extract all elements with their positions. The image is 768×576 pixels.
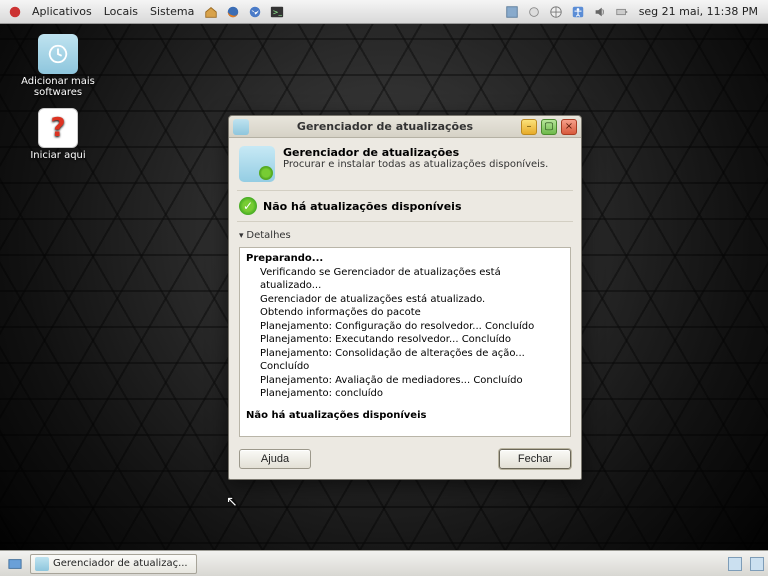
check-icon: ✓	[239, 197, 257, 215]
close-dialog-button[interactable]: Fechar	[499, 449, 571, 469]
home-icon[interactable]	[202, 3, 220, 21]
firefox-icon[interactable]	[224, 3, 242, 21]
clock[interactable]: seg 21 mai, 11:38 PM	[633, 5, 764, 18]
help-button[interactable]: Ajuda	[239, 449, 311, 469]
log-preparing: Preparando...	[246, 252, 564, 266]
top-panel: Aplicativos Locais Sistema >_ seg 21 mai…	[0, 0, 768, 24]
menu-applications[interactable]: Aplicativos	[26, 3, 98, 20]
log-line: Planejamento: Avaliação de mediadores...…	[246, 374, 564, 388]
volume-icon[interactable]	[591, 3, 609, 21]
log-line: Obtendo informações do pacote	[246, 306, 564, 320]
log-output[interactable]: Preparando... Verificando se Gerenciador…	[239, 247, 571, 437]
menu-places[interactable]: Locais	[98, 3, 144, 20]
desktop-icon-start-here[interactable]: ? Iniciar aqui	[18, 108, 98, 161]
battery-icon[interactable]	[613, 3, 631, 21]
status-text: Não há atualizações disponíveis	[263, 200, 462, 213]
svg-text:>_: >_	[273, 8, 283, 16]
help-icon: ?	[38, 108, 78, 148]
minimize-button[interactable]: –	[521, 119, 537, 135]
maximize-button[interactable]: ▢	[541, 119, 557, 135]
task-app-icon	[35, 557, 49, 571]
log-final: Não há atualizações disponíveis	[246, 409, 564, 423]
log-line: Gerenciador de atualizações está atualiz…	[246, 293, 564, 307]
log-line: Verificando se Gerenciador de atualizaçõ…	[246, 266, 564, 293]
accessibility-icon[interactable]	[569, 3, 587, 21]
taskbar-task-update-manager[interactable]: Gerenciador de atualizaç...	[30, 554, 197, 574]
bottom-panel: Gerenciador de atualizaç...	[0, 550, 768, 576]
menu-system[interactable]: Sistema	[144, 3, 200, 20]
network-icon[interactable]	[547, 3, 565, 21]
tray-icon-1[interactable]	[503, 3, 521, 21]
log-line: Planejamento: Configuração do resolvedor…	[246, 320, 564, 334]
tray-icon-2[interactable]	[525, 3, 543, 21]
workspace-1[interactable]	[728, 557, 742, 571]
window-title: Gerenciador de atualizações	[253, 120, 517, 133]
distro-logo-icon[interactable]	[6, 3, 24, 21]
update-manager-icon	[239, 146, 275, 182]
titlebar[interactable]: Gerenciador de atualizações – ▢ ×	[229, 116, 581, 138]
thunderbird-icon[interactable]	[246, 3, 264, 21]
log-line: Planejamento: Executando resolvedor... C…	[246, 333, 564, 347]
show-desktop-icon[interactable]	[6, 555, 24, 573]
desktop-icon-label: Adicionar mais softwares	[18, 76, 98, 98]
log-line: Planejamento: Consolidação de alterações…	[246, 347, 564, 374]
terminal-icon[interactable]: >_	[268, 3, 286, 21]
header-title: Gerenciador de atualizações	[283, 146, 459, 159]
window-app-icon	[233, 119, 249, 135]
header-subtitle: Procurar e instalar todas as atualizaçõe…	[283, 159, 548, 170]
desktop-icon-add-software[interactable]: Adicionar mais softwares	[18, 34, 98, 98]
details-toggle[interactable]: Detalhes	[239, 230, 571, 241]
task-label: Gerenciador de atualizaç...	[53, 558, 188, 569]
package-icon	[38, 34, 78, 74]
log-line: Planejamento: concluído	[246, 387, 564, 401]
update-manager-window: Gerenciador de atualizações – ▢ × Gerenc…	[228, 115, 582, 480]
workspace-2[interactable]	[750, 557, 764, 571]
close-button[interactable]: ×	[561, 119, 577, 135]
desktop-icon-label: Iniciar aqui	[18, 150, 98, 161]
